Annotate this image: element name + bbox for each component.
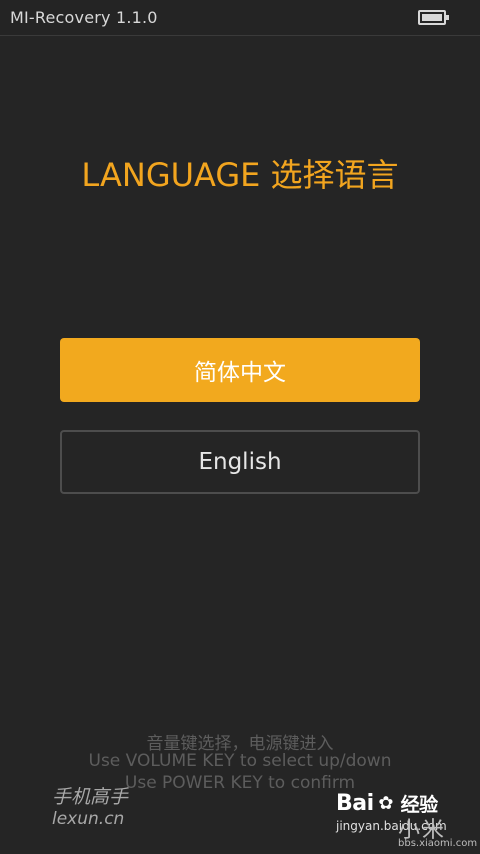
page-title: LANGUAGE 选择语言 bbox=[81, 156, 399, 194]
lexun-watermark-title: 手机高手 bbox=[52, 786, 129, 808]
language-option-english[interactable]: English bbox=[60, 430, 420, 494]
status-bar: MI-Recovery 1.1.0 bbox=[0, 0, 480, 36]
baidu-paw-icon: ✿ bbox=[378, 792, 393, 814]
lexun-watermark-url: lexun.cn bbox=[52, 809, 125, 829]
hint-volume-key: Use VOLUME KEY to select up/down bbox=[88, 751, 392, 771]
battery-charging-icon bbox=[418, 10, 449, 25]
lexun-watermark: 手机高手 lexun.cn bbox=[52, 786, 128, 830]
language-option-simplified-chinese[interactable]: 简体中文 bbox=[60, 338, 420, 402]
language-option-label: English bbox=[198, 449, 282, 475]
xiaomi-url: bbs.xiaomi.com bbox=[398, 838, 478, 849]
app-title: MI-Recovery 1.1.0 bbox=[10, 8, 158, 27]
language-option-label: 简体中文 bbox=[194, 360, 286, 386]
